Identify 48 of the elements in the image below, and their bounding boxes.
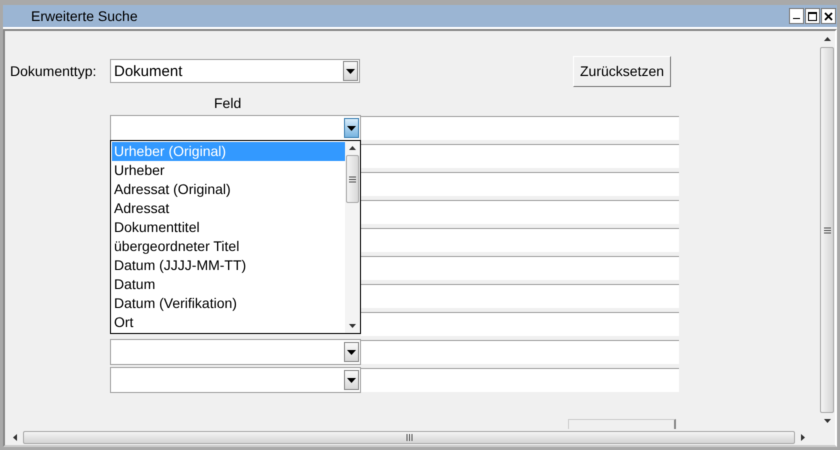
value-field[interactable]	[361, 368, 679, 392]
value-field[interactable]	[361, 144, 679, 168]
dropdown-option[interactable]: Datum (JJJJ-MM-TT)	[112, 256, 345, 275]
window-title: Erweiterte Suche	[30, 8, 138, 24]
field-dropdown[interactable]	[110, 367, 361, 393]
maximize-button[interactable]	[805, 8, 820, 24]
value-field[interactable]	[361, 284, 679, 308]
value-field[interactable]	[361, 256, 679, 280]
close-button[interactable]	[821, 8, 836, 24]
scroll-right-icon	[801, 434, 805, 440]
value-field[interactable]	[361, 172, 679, 196]
field-dropdown[interactable]	[110, 115, 361, 141]
scroll-down-icon	[824, 419, 830, 423]
dropdown-option[interactable]: Dokumenttitel	[112, 218, 345, 237]
list-scrollbar[interactable]	[345, 141, 360, 333]
value-field[interactable]	[361, 340, 679, 364]
scroll-left-icon	[13, 434, 17, 440]
value-field[interactable]	[361, 116, 679, 140]
scroll-down-icon	[349, 324, 356, 328]
grip-icon	[824, 226, 830, 234]
partial-button[interactable]	[568, 419, 676, 429]
reset-button[interactable]: Zurücksetzen	[573, 56, 672, 86]
dropdown-option[interactable]: Adressat (Original)	[112, 180, 345, 199]
close-icon	[824, 12, 833, 20]
minimize-button[interactable]	[789, 8, 804, 24]
value-field[interactable]	[361, 312, 679, 336]
caret-icon	[347, 350, 356, 354]
value-field[interactable]	[361, 200, 679, 224]
field-dropdown[interactable]	[110, 339, 361, 365]
caret-icon	[346, 68, 355, 74]
scroll-up-icon	[349, 146, 356, 150]
document-type-label: Dokumenttyp:	[10, 63, 98, 79]
dropdown-option[interactable]: Adressat	[112, 199, 345, 218]
caret-icon	[347, 378, 356, 382]
dropdown-option[interactable]: übergeordneter Titel	[112, 237, 345, 256]
dropdown-option[interactable]: Datum	[112, 275, 345, 294]
dropdown-option[interactable]: Ort	[112, 313, 345, 332]
maximize-icon	[808, 12, 817, 20]
grip-icon	[406, 434, 412, 440]
minimize-icon	[793, 17, 800, 20]
dropdown-option[interactable]: Urheber	[112, 161, 345, 180]
caret-icon	[347, 126, 356, 130]
value-field[interactable]	[361, 228, 679, 252]
field-header: Feld	[214, 95, 242, 113]
grip-icon	[349, 176, 356, 182]
scroll-up-icon	[824, 37, 830, 41]
document-type-dropdown[interactable]: Dokument	[110, 59, 360, 83]
dropdown-option[interactable]: Datum (Verifikation)	[112, 294, 345, 313]
